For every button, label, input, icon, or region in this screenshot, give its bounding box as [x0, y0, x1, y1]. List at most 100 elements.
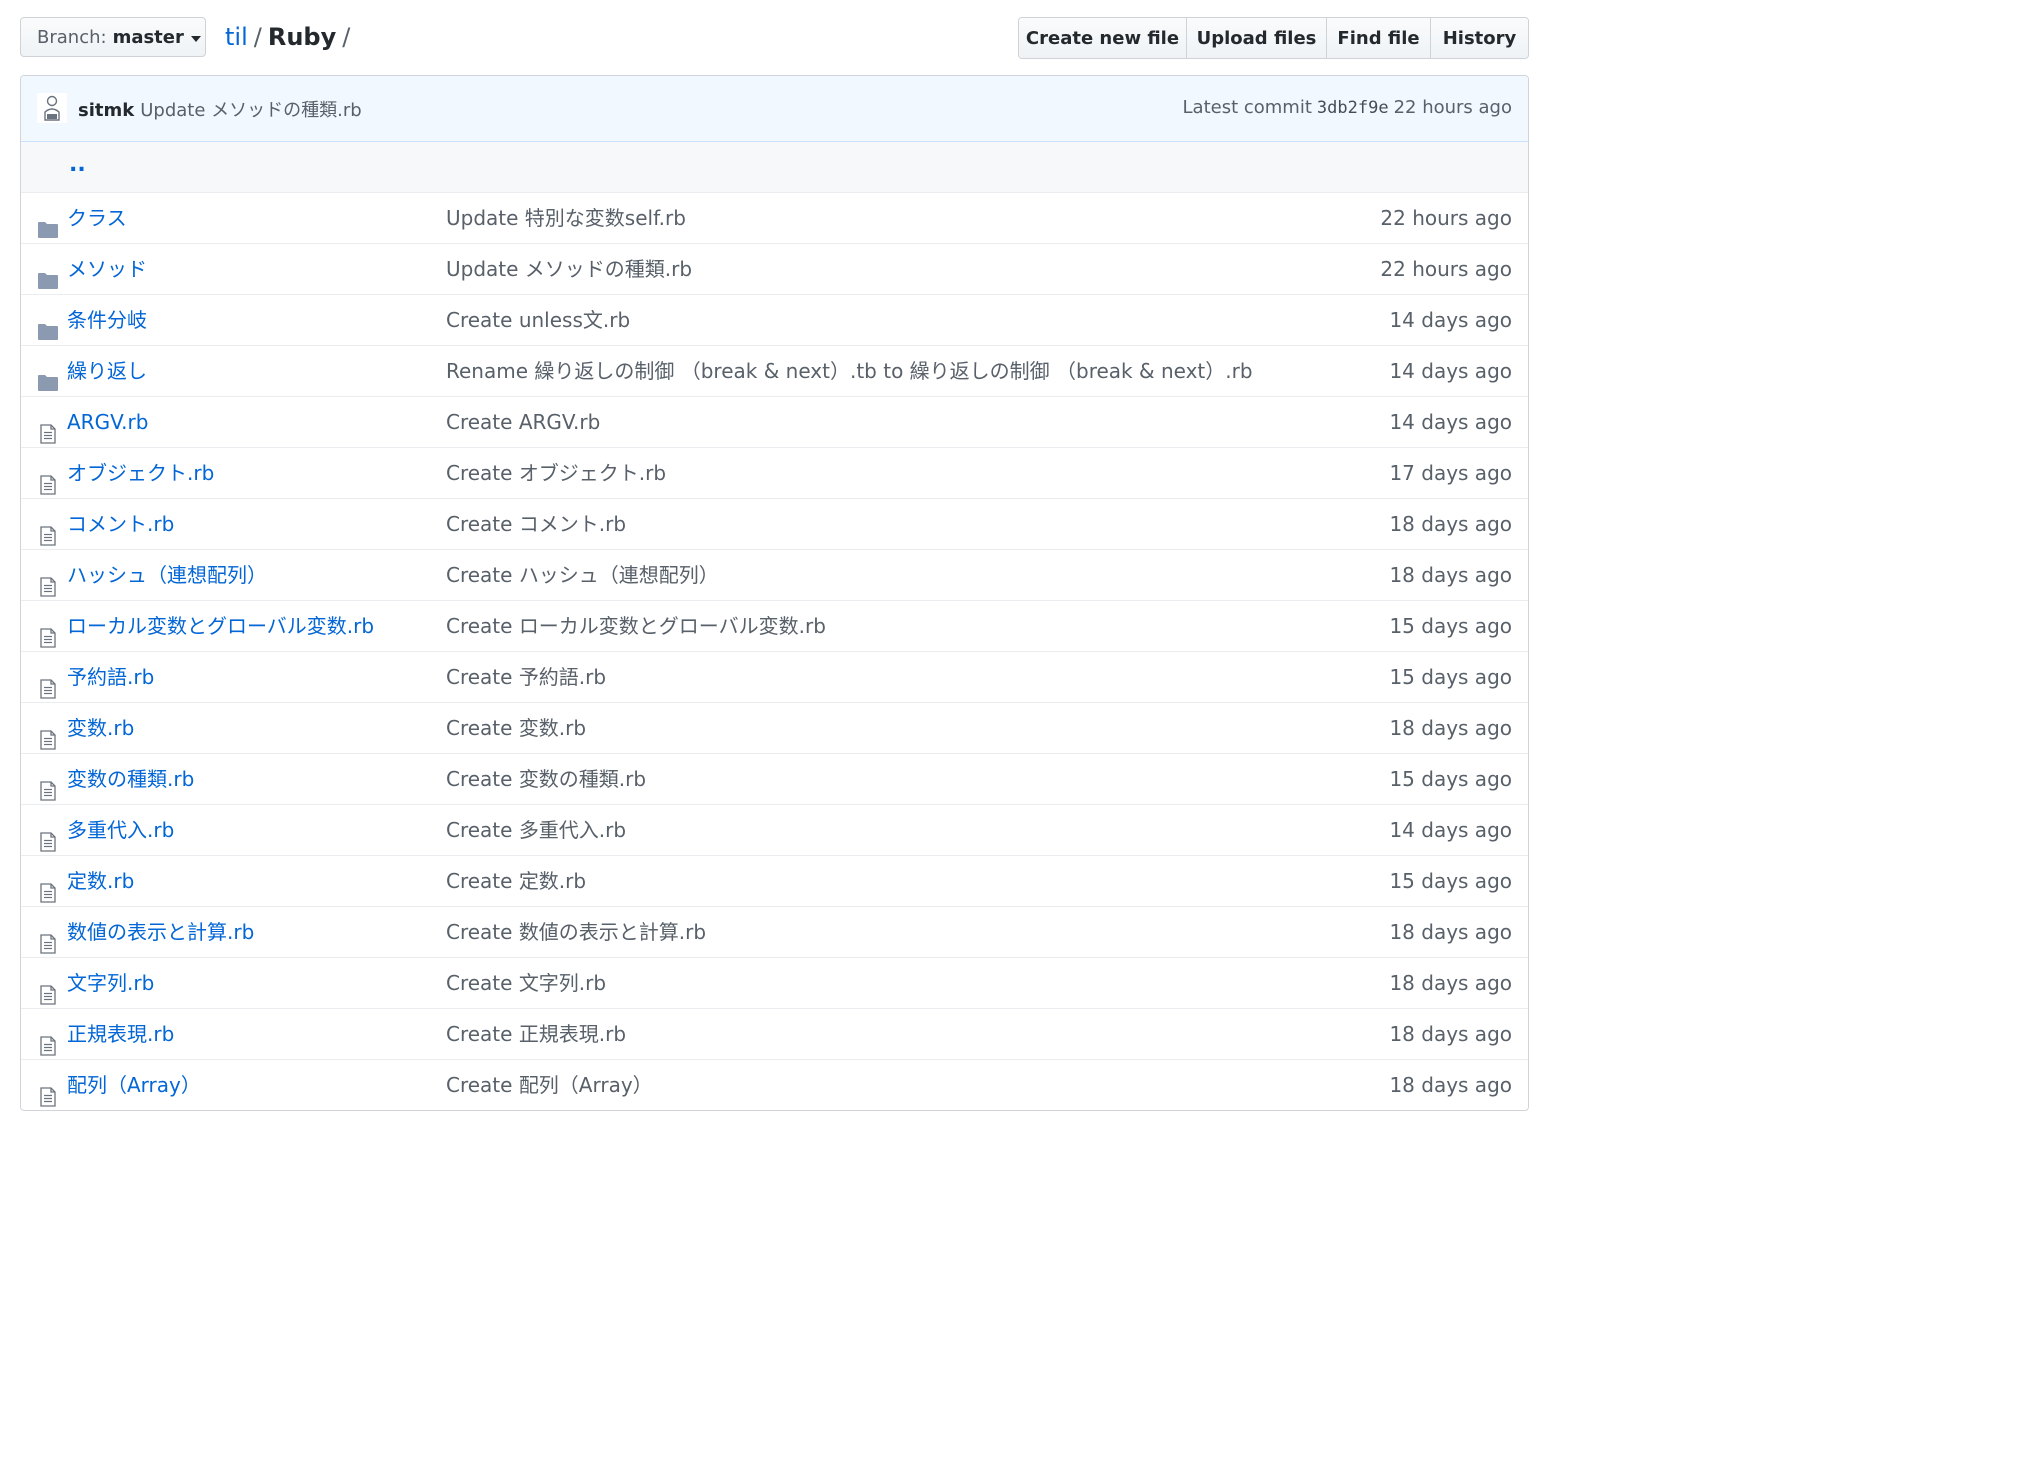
- file-name-link[interactable]: ハッシュ（連想配列）: [67, 550, 267, 600]
- file-name-link[interactable]: 数値の表示と計算.rb: [67, 907, 254, 957]
- commit-message-link[interactable]: Create 数値の表示と計算.rb: [446, 907, 706, 957]
- file-name-link[interactable]: オブジェクト.rb: [67, 448, 214, 498]
- file-row: ローカル変数とグローバル変数.rb Create ローカル変数とグローバル変数.r…: [21, 601, 1528, 652]
- breadcrumb-separator: /: [253, 23, 262, 51]
- file-name-link[interactable]: 変数.rb: [67, 703, 134, 753]
- file-row: クラス Update 特別な変数self.rb 22 hours ago: [21, 193, 1528, 244]
- file-row: 予約語.rb Create 予約語.rb 15 days ago: [21, 652, 1528, 703]
- file-table: sitmk Update メソッドの種類.rb Latest commit 3db2…: [20, 75, 1529, 1111]
- caret-down-icon: [190, 35, 201, 42]
- commit-message-link[interactable]: Create ローカル変数とグローバル変数.rb: [446, 601, 826, 651]
- file-name-link[interactable]: 定数.rb: [67, 856, 134, 906]
- folder-name-link[interactable]: クラス: [67, 193, 127, 243]
- commit-message-link[interactable]: Update メソッドの種類.rb: [140, 100, 361, 121]
- history-button[interactable]: History: [1431, 18, 1528, 58]
- file-row: オブジェクト.rb Create オブジェクト.rb 17 days ago: [21, 448, 1528, 499]
- commit-message-link[interactable]: Create 正規表現.rb: [446, 1009, 626, 1059]
- commit-age: 18 days ago: [1389, 1022, 1512, 1046]
- file-name-link[interactable]: ローカル変数とグローバル変数.rb: [67, 601, 374, 651]
- folder-icon: [37, 361, 59, 391]
- commit-author-link[interactable]: sitmk: [78, 100, 134, 121]
- file-name-link[interactable]: 変数の種類.rb: [67, 754, 194, 804]
- file-row: ARGV.rb Create ARGV.rb 14 days ago: [21, 397, 1528, 448]
- folder-name-link[interactable]: メソッド: [67, 244, 147, 294]
- file-row: メソッド Update メソッドの種類.rb 22 hours ago: [21, 244, 1528, 295]
- file-icon: [37, 667, 59, 699]
- repo-file-browser: Branch: master til / Ruby / Create new file…: [0, 0, 1546, 1124]
- file-icon: [37, 514, 59, 546]
- file-row: 文字列.rb Create 文字列.rb 18 days ago: [21, 958, 1528, 1009]
- commit-age: 14 days ago: [1389, 410, 1512, 434]
- commit-age: 22 hours ago: [1380, 206, 1512, 230]
- file-icon: [37, 1075, 59, 1107]
- commit-age: 15 days ago: [1389, 665, 1512, 689]
- breadcrumb-separator: /: [342, 23, 351, 51]
- branch-selector-button[interactable]: Branch: master: [20, 17, 206, 57]
- file-row: 正規表現.rb Create 正規表現.rb 18 days ago: [21, 1009, 1528, 1060]
- file-actions-group: Create new file Upload files Find file H…: [1018, 17, 1529, 59]
- commit-message-link[interactable]: Create 配列（Array）: [446, 1060, 653, 1110]
- commit-age: 18 days ago: [1389, 920, 1512, 944]
- commit-message-link[interactable]: Rename 繰り返しの制御 （break & next）.tb to 繰り返し…: [446, 346, 1253, 396]
- file-row: 配列（Array） Create 配列（Array） 18 days ago: [21, 1060, 1528, 1110]
- file-name-link[interactable]: 多重代入.rb: [67, 805, 174, 855]
- commit-message-link[interactable]: Create オブジェクト.rb: [446, 448, 666, 498]
- commit-message-link[interactable]: Create ハッシュ（連想配列）: [446, 550, 719, 600]
- file-row: 繰り返し Rename 繰り返しの制御 （break & next）.tb to …: [21, 346, 1528, 397]
- commit-age: 14 days ago: [1389, 359, 1512, 383]
- commit-message-link[interactable]: Create 予約語.rb: [446, 652, 606, 702]
- commit-message-link[interactable]: Create 変数.rb: [446, 703, 586, 753]
- file-icon: [37, 769, 59, 801]
- commit-message-link[interactable]: Create 多重代入.rb: [446, 805, 626, 855]
- file-name-link[interactable]: 文字列.rb: [67, 958, 154, 1008]
- commit-message-link[interactable]: Create ARGV.rb: [446, 397, 600, 447]
- file-name-link[interactable]: 予約語.rb: [67, 652, 154, 702]
- commit-age: 18 days ago: [1389, 512, 1512, 536]
- commit-message-link[interactable]: Create 定数.rb: [446, 856, 586, 906]
- file-icon: [37, 616, 59, 648]
- breadcrumb-current: Ruby: [267, 23, 337, 51]
- find-file-button[interactable]: Find file: [1327, 18, 1431, 58]
- file-row: コメント.rb Create コメント.rb 18 days ago: [21, 499, 1528, 550]
- commit-message-link[interactable]: Create コメント.rb: [446, 499, 626, 549]
- folder-name-link[interactable]: 条件分岐: [67, 295, 147, 345]
- file-row: 数値の表示と計算.rb Create 数値の表示と計算.rb 18 days ago: [21, 907, 1528, 958]
- commit-message-link[interactable]: Update 特別な変数self.rb: [446, 193, 686, 243]
- file-icon: [37, 718, 59, 750]
- commit-message-link[interactable]: Create unless文.rb: [446, 295, 630, 345]
- commit-age: 14 days ago: [1389, 818, 1512, 842]
- commit-age: 15 days ago: [1389, 614, 1512, 638]
- commit-age: 18 days ago: [1389, 716, 1512, 740]
- folder-name-link[interactable]: 繰り返し: [67, 346, 147, 396]
- commit-age: 15 days ago: [1389, 869, 1512, 893]
- upload-files-button[interactable]: Upload files: [1187, 18, 1327, 58]
- commit-sha-link[interactable]: 3db2f9e: [1317, 98, 1389, 118]
- file-icon: [37, 973, 59, 1005]
- folder-icon: [37, 310, 59, 340]
- commit-summary: sitmk Update メソッドの種類.rb: [78, 96, 362, 122]
- commit-age: 18 days ago: [1389, 1073, 1512, 1097]
- parent-directory-row: ..: [21, 142, 1528, 193]
- breadcrumb: til / Ruby /: [225, 19, 356, 55]
- commit-message-link[interactable]: Create 文字列.rb: [446, 958, 606, 1008]
- breadcrumb-root-link[interactable]: til: [225, 23, 248, 51]
- commit-message-link[interactable]: Create 変数の種類.rb: [446, 754, 646, 804]
- avatar[interactable]: [37, 93, 67, 123]
- file-name-link[interactable]: 配列（Array）: [67, 1060, 201, 1110]
- file-icon: [37, 1024, 59, 1056]
- parent-directory-link[interactable]: ..: [69, 152, 86, 177]
- commit-message-link[interactable]: Update メソッドの種類.rb: [446, 244, 692, 294]
- latest-commit-info: Latest commit 3db2f9e 22 hours ago: [1183, 97, 1512, 118]
- create-new-file-button[interactable]: Create new file: [1019, 18, 1187, 58]
- file-name-link[interactable]: コメント.rb: [67, 499, 174, 549]
- file-name-link[interactable]: 正規表現.rb: [67, 1009, 174, 1059]
- file-icon: [37, 412, 59, 444]
- file-name-link[interactable]: ARGV.rb: [67, 397, 148, 447]
- commit-age: 15 days ago: [1389, 767, 1512, 791]
- file-row: 定数.rb Create 定数.rb 15 days ago: [21, 856, 1528, 907]
- commit-age: 18 days ago: [1389, 563, 1512, 587]
- repo-toolbar: Branch: master til / Ruby / Create new file…: [20, 17, 1529, 59]
- folder-icon: [37, 208, 59, 238]
- file-row: 変数.rb Create 変数.rb 18 days ago: [21, 703, 1528, 754]
- latest-commit-bar: sitmk Update メソッドの種類.rb Latest commit 3db2…: [21, 76, 1528, 142]
